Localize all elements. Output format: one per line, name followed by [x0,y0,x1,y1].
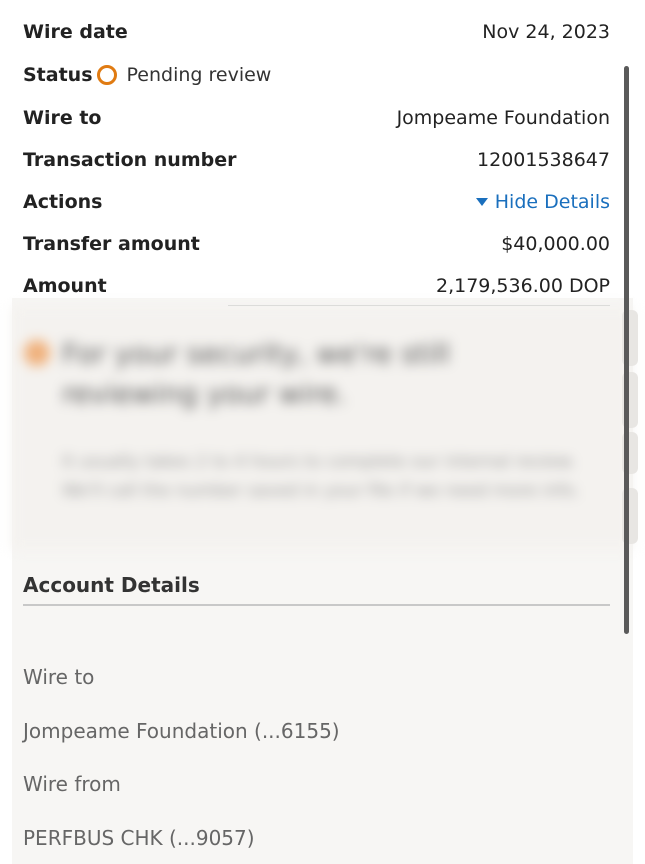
security-alert: For your security, we're still reviewing… [12,306,632,550]
wire-date-label: Wire date [23,21,128,43]
detail-wire-from-label: Wire from [23,772,121,796]
alert-icon [24,340,50,366]
detail-wire-to-value: Jompeame Foundation (...6155) [23,719,340,743]
transaction-number-value: 12001538647 [477,149,610,171]
amount-label: Amount [23,275,107,297]
account-details-title: Account Details [23,573,200,597]
actions-label: Actions [23,191,103,213]
amount-row: Amount 2,179,536.00 DOP [23,271,610,297]
transaction-number-label: Transaction number [23,149,237,171]
status-group: Status Pending review [23,64,271,86]
scrollbar[interactable] [624,66,629,634]
wire-to-value: Jompeame Foundation [396,107,610,129]
transfer-amount-value: $40,000.00 [501,233,610,255]
status-row: Status Pending review [23,60,610,90]
status-label: Status [23,64,93,86]
wire-details-page: Wire date Nov 24, 2023 Status Pending re… [0,0,645,864]
hide-details-label: Hide Details [494,191,610,213]
wire-date-value: Nov 24, 2023 [482,21,610,43]
transfer-amount-label: Transfer amount [23,233,200,255]
transaction-number-row: Transaction number 12001538647 [23,145,610,175]
wire-to-label: Wire to [23,107,102,129]
caret-down-icon [475,198,488,206]
alert-body: It usually takes 2 to 4 hours to complet… [62,452,580,501]
detail-wire-to-label: Wire to [23,665,95,689]
section-divider [23,604,610,606]
actions-row: Actions Hide Details [23,187,610,217]
wire-to-row: Wire to Jompeame Foundation [23,103,610,133]
wire-date-row: Wire date Nov 24, 2023 [23,17,610,47]
alert-title: For your security, we're still reviewing… [62,337,450,410]
amount-value: 2,179,536.00 DOP [436,275,610,297]
transfer-amount-row: Transfer amount $40,000.00 [23,229,610,259]
status-value: Pending review [126,64,272,86]
status-ring-icon [96,65,117,85]
detail-wire-from-value: PERFBUS CHK (...9057) [23,826,255,850]
hide-details-link[interactable]: Hide Details [475,191,610,213]
